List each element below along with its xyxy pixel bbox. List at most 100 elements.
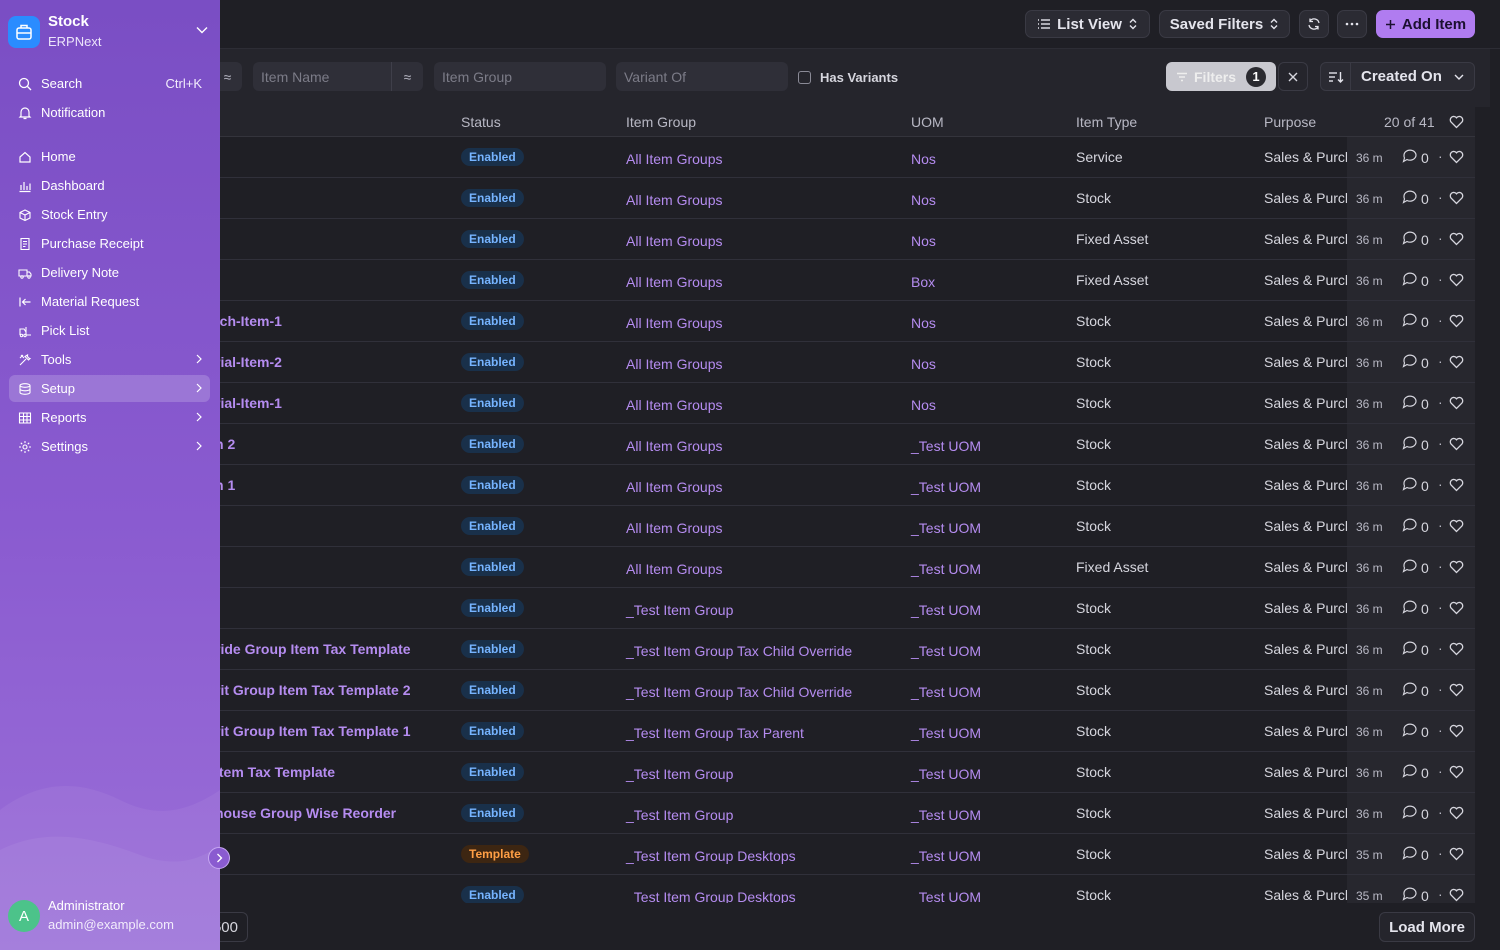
comment-count[interactable]: 0 (1402, 764, 1429, 781)
heart-icon[interactable] (1449, 601, 1464, 618)
sidebar-item-tools[interactable]: Tools (9, 346, 210, 373)
item-name-link[interactable]: rit Group Item Tax Template 2 (215, 682, 411, 698)
item-group-link[interactable]: All Item Groups (626, 561, 722, 577)
item-group-link[interactable]: _Test Item Group (626, 807, 733, 823)
table-row[interactable]: Enabled All Item Groups Nos Stock Sales & Pu… (0, 178, 1475, 219)
sidebar-item-setup[interactable]: Setup (9, 375, 210, 402)
heart-icon[interactable] (1449, 232, 1464, 249)
item-group-link[interactable]: _Test Item Group (626, 602, 733, 618)
item-name-filter[interactable] (253, 62, 391, 91)
more-actions-button[interactable] (1337, 10, 1367, 38)
heart-icon[interactable] (1449, 560, 1464, 577)
table-row[interactable]: tch-Item-1 Enabled All Item Groups Nos Stock… (0, 301, 1475, 342)
uom-link[interactable]: _Test UOM (911, 848, 981, 864)
uom-link[interactable]: _Test UOM (911, 479, 981, 495)
uom-link[interactable]: _Test UOM (911, 520, 981, 536)
heart-icon[interactable] (1449, 724, 1464, 741)
saved-filters-button[interactable]: Saved Filters (1159, 10, 1290, 38)
table-row[interactable]: n 1 Enabled All Item Groups _Test UOM Stock S… (0, 465, 1475, 506)
sidebar-item-pick-list[interactable]: Pick List (9, 317, 210, 344)
sidebar-collapse-button[interactable] (208, 847, 230, 869)
uom-link[interactable]: Nos (911, 356, 936, 372)
item-name-filter-operator[interactable]: ≈ (391, 62, 423, 91)
item-group-link[interactable]: All Item Groups (626, 315, 722, 331)
uom-link[interactable]: _Test UOM (911, 602, 981, 618)
item-group-link[interactable]: _Test Item Group Tax Parent (626, 725, 804, 741)
uom-link[interactable]: Nos (911, 151, 936, 167)
sidebar-item-material-request[interactable]: Material Request (9, 288, 210, 315)
item-name-link[interactable]: ride Group Item Tax Template (215, 641, 411, 657)
uom-link[interactable]: Nos (911, 192, 936, 208)
refresh-button[interactable] (1299, 10, 1329, 38)
table-row[interactable]: Enabled All Item Groups _Test UOM Stock Sale… (0, 506, 1475, 547)
table-row[interactable]: n 2 Enabled All Item Groups _Test UOM Stock S… (0, 424, 1475, 465)
item-group-link[interactable]: All Item Groups (626, 356, 722, 372)
uom-link[interactable]: _Test UOM (911, 684, 981, 700)
heart-icon[interactable] (1449, 150, 1464, 167)
heart-icon[interactable] (1449, 642, 1464, 659)
table-row[interactable]: Item Tax Template Enabled _Test Item Group… (0, 752, 1475, 793)
comment-count[interactable]: 0 (1402, 395, 1429, 412)
sidebar-item-dashboard[interactable]: Dashboard (9, 172, 210, 199)
column-purpose[interactable]: Purpose (1264, 114, 1316, 130)
item-name-link[interactable]: rial-Item-1 (215, 395, 282, 411)
item-group-link[interactable]: All Item Groups (626, 397, 722, 413)
clear-filters-button[interactable] (1278, 62, 1308, 91)
item-group-link[interactable]: All Item Groups (626, 479, 722, 495)
sort-field-button[interactable]: Created On (1351, 68, 1474, 85)
heart-icon[interactable] (1449, 683, 1464, 700)
comment-count[interactable]: 0 (1402, 477, 1429, 494)
add-item-button[interactable]: Add Item (1376, 10, 1475, 38)
comment-count[interactable]: 0 (1402, 641, 1429, 658)
sidebar-search[interactable]: Search Ctrl+K (9, 70, 210, 97)
column-status[interactable]: Status (461, 114, 501, 130)
column-item-type[interactable]: Item Type (1076, 114, 1137, 130)
item-group-link[interactable]: _Test Item Group Desktops (626, 848, 796, 864)
heart-icon[interactable] (1449, 437, 1464, 454)
table-row[interactable]: rit Group Item Tax Template 1 Enabled _Tes… (0, 711, 1475, 752)
comment-count[interactable]: 0 (1402, 190, 1429, 207)
comment-count[interactable]: 0 (1402, 887, 1429, 903)
column-uom[interactable]: UOM (911, 114, 944, 130)
chevron-down-icon[interactable] (196, 26, 208, 34)
item-group-link[interactable]: _Test Item Group Desktops (626, 889, 796, 903)
item-name-link[interactable]: rial-Item-2 (215, 354, 282, 370)
load-more-button[interactable]: Load More (1379, 912, 1475, 942)
sidebar-item-home[interactable]: Home (9, 143, 210, 170)
item-name-link[interactable]: house Group Wise Reorder (215, 805, 396, 821)
comment-count[interactable]: 0 (1402, 231, 1429, 248)
uom-link[interactable]: Nos (911, 397, 936, 413)
item-group-link[interactable]: _Test Item Group Tax Child Override (626, 684, 852, 700)
comment-count[interactable]: 0 (1402, 805, 1429, 822)
item-group-filter[interactable] (434, 62, 606, 91)
table-row[interactable]: Enabled All Item Groups _Test UOM Fixed Ass… (0, 547, 1475, 588)
app-title[interactable]: Stock (48, 13, 89, 30)
heart-icon[interactable] (1449, 314, 1464, 331)
heart-icon[interactable] (1449, 806, 1464, 823)
table-row[interactable]: rial-Item-1 Enabled All Item Groups Nos Stoc… (0, 383, 1475, 424)
table-row[interactable]: rial-Item-2 Enabled All Item Groups Nos Stoc… (0, 342, 1475, 383)
heart-icon[interactable] (1449, 519, 1464, 536)
app-logo[interactable] (8, 16, 40, 48)
sidebar-item-purchase-receipt[interactable]: Purchase Receipt (9, 230, 210, 257)
sidebar-item-stock-entry[interactable]: Stock Entry (9, 201, 210, 228)
table-row[interactable]: house Group Wise Reorder Enabled _Test Ite… (0, 793, 1475, 834)
item-group-link[interactable]: All Item Groups (626, 192, 722, 208)
uom-link[interactable]: Nos (911, 233, 936, 249)
heart-icon[interactable] (1449, 396, 1464, 413)
table-row[interactable]: Enabled All Item Groups Nos Fixed Asset Sale… (0, 219, 1475, 260)
uom-link[interactable]: _Test UOM (911, 438, 981, 454)
uom-link[interactable]: _Test UOM (911, 725, 981, 741)
list-view-selector[interactable]: List View (1025, 10, 1150, 38)
item-group-link[interactable]: All Item Groups (626, 438, 722, 454)
table-row[interactable]: rit Group Item Tax Template 2 Enabled _Tes… (0, 670, 1475, 711)
uom-link[interactable]: _Test UOM (911, 889, 981, 903)
variant-of-filter[interactable] (616, 62, 788, 91)
comment-count[interactable]: 0 (1402, 149, 1429, 166)
sidebar-item-reports[interactable]: Reports (9, 404, 210, 431)
table-row[interactable]: ride Group Item Tax Template Enabled _Test… (0, 629, 1475, 670)
avatar[interactable]: A (8, 900, 40, 932)
item-group-link[interactable]: All Item Groups (626, 274, 722, 290)
filters-button[interactable]: Filters 1 (1166, 62, 1276, 91)
user-name[interactable]: Administrator (48, 898, 125, 913)
